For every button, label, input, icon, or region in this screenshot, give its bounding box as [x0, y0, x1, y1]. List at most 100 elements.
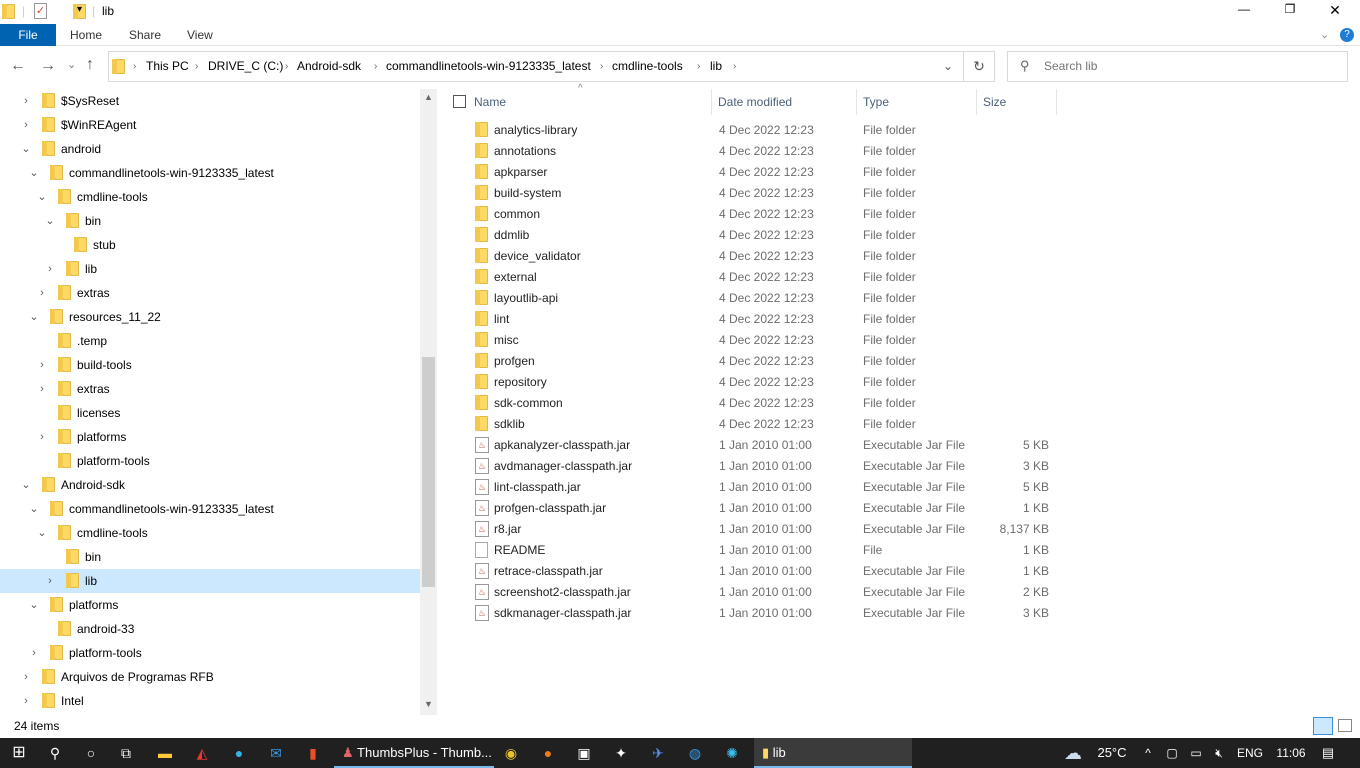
office-icon[interactable]: ▮: [302, 738, 324, 768]
file-row[interactable]: external 4 Dec 2022 12:23 File folder: [440, 267, 1060, 288]
chevron-right-icon[interactable]: ›: [20, 113, 32, 137]
tree-item[interactable]: › platforms: [0, 425, 420, 449]
tab-file[interactable]: File: [0, 24, 56, 46]
file-row[interactable]: device_validator 4 Dec 2022 12:23 File f…: [440, 246, 1060, 267]
file-row[interactable]: profgen 4 Dec 2022 12:23 File folder: [440, 351, 1060, 372]
search-box[interactable]: ⚲: [1007, 51, 1348, 82]
chevron-down-icon[interactable]: ⌄: [28, 497, 40, 521]
breadcrumb-this-pc[interactable]: This PC: [146, 52, 189, 81]
search-input[interactable]: [1044, 57, 1334, 75]
language-indicator[interactable]: ENG: [1236, 738, 1264, 768]
help-icon[interactable]: ?: [1340, 28, 1354, 42]
tree-item[interactable]: › lib: [0, 569, 420, 593]
file-row[interactable]: ♨ r8.jar 1 Jan 2010 01:00 Executable Jar…: [440, 519, 1060, 540]
breadcrumb-commandlinetools[interactable]: commandlinetools-win-9123335_latest: [386, 52, 591, 81]
select-all-checkbox[interactable]: [453, 95, 466, 108]
tab-home[interactable]: Home: [70, 24, 102, 46]
tree-item[interactable]: › platform-tools: [0, 641, 420, 665]
tree-item[interactable]: › $WinREAgent: [0, 113, 420, 137]
minimize-button[interactable]: —: [1232, 2, 1256, 16]
breadcrumb-lib[interactable]: lib: [710, 52, 722, 81]
tree-item[interactable]: › extras: [0, 377, 420, 401]
column-header-date[interactable]: Date modified: [712, 89, 857, 115]
chevron-right-icon[interactable]: ›: [36, 353, 48, 377]
navigation-scrollbar[interactable]: ▲ ▼: [420, 89, 437, 715]
acrobat-icon[interactable]: ◭: [191, 738, 213, 768]
tree-item[interactable]: bin: [0, 545, 420, 569]
customize-toolbar-icon[interactable]: ▾: [77, 4, 82, 15]
file-row[interactable]: README 1 Jan 2010 01:00 File 1 KB: [440, 540, 1060, 561]
chevron-right-icon[interactable]: ›: [44, 257, 56, 281]
store-icon[interactable]: ▣: [573, 738, 595, 768]
tree-item[interactable]: licenses: [0, 401, 420, 425]
chevron-down-icon[interactable]: ⌄: [28, 161, 40, 185]
weather-icon[interactable]: ☁: [1058, 738, 1088, 768]
file-explorer-icon[interactable]: ▬: [154, 738, 176, 768]
chevron-right-icon[interactable]: ›: [36, 377, 48, 401]
mail-icon[interactable]: ✉: [265, 738, 287, 768]
chevron-down-icon[interactable]: ⌄: [20, 137, 32, 161]
up-button[interactable]: ↑: [86, 56, 94, 74]
breadcrumb-android-sdk[interactable]: Android-sdk: [297, 52, 361, 81]
large-icons-view-button[interactable]: [1338, 719, 1352, 732]
scrollbar-thumb[interactable]: [422, 357, 435, 587]
tray-overflow-icon[interactable]: ^: [1140, 738, 1156, 768]
tree-item[interactable]: ⌄ commandlinetools-win-9123335_latest: [0, 497, 420, 521]
cortana-icon[interactable]: ○: [80, 738, 102, 768]
tree-item[interactable]: ⌄ platforms: [0, 593, 420, 617]
taskbar-app-explorer[interactable]: ▮ lib: [754, 738, 912, 768]
tree-item[interactable]: ⌄ android: [0, 137, 420, 161]
chevron-right-icon[interactable]: ›: [28, 641, 40, 665]
tab-view[interactable]: View: [187, 24, 213, 46]
back-button[interactable]: ←: [10, 57, 26, 75]
tree-item[interactable]: ⌄ cmdline-tools: [0, 185, 420, 209]
scroll-up-arrow[interactable]: ▲: [424, 92, 433, 102]
refresh-button[interactable]: ↻: [964, 51, 995, 82]
tree-item[interactable]: › Intel: [0, 689, 420, 713]
chevron-down-icon[interactable]: ⌄: [36, 521, 48, 545]
details-view-button[interactable]: [1313, 717, 1333, 735]
file-row[interactable]: sdklib 4 Dec 2022 12:23 File folder: [440, 414, 1060, 435]
camera-icon[interactable]: ▢: [1164, 738, 1180, 768]
file-row[interactable]: lint 4 Dec 2022 12:23 File folder: [440, 309, 1060, 330]
tree-item[interactable]: › build-tools: [0, 353, 420, 377]
file-row[interactable]: ♨ avdmanager-classpath.jar 1 Jan 2010 01…: [440, 456, 1060, 477]
edge-icon[interactable]: ●: [228, 738, 250, 768]
weather-temp[interactable]: 25°C: [1092, 738, 1132, 768]
chevron-right-icon[interactable]: ›: [20, 665, 32, 689]
chevron-right-icon[interactable]: ›: [20, 689, 32, 713]
app-icon[interactable]: ✦: [610, 738, 632, 768]
tree-item[interactable]: stub: [0, 233, 420, 257]
forward-button[interactable]: →: [40, 57, 56, 75]
address-dropdown-button[interactable]: ⌄: [943, 52, 953, 81]
notifications-icon[interactable]: ▤: [1318, 738, 1338, 768]
chevron-right-icon[interactable]: ›: [36, 281, 48, 305]
tree-item[interactable]: › lib: [0, 257, 420, 281]
file-row[interactable]: ♨ lint-classpath.jar 1 Jan 2010 01:00 Ex…: [440, 477, 1060, 498]
chevron-down-icon[interactable]: ⌄: [36, 185, 48, 209]
volume-muted-icon[interactable]: 🔇︎: [1210, 738, 1228, 768]
taskbar-app-thumbsplus[interactable]: ♟ ThumbsPlus - Thumb...: [334, 738, 494, 768]
network-icon[interactable]: ▭: [1187, 738, 1205, 768]
maximize-button[interactable]: ❐: [1278, 2, 1302, 16]
file-row[interactable]: ♨ sdkmanager-classpath.jar 1 Jan 2010 01…: [440, 603, 1060, 624]
firefox-icon[interactable]: ●: [537, 738, 559, 768]
tree-item[interactable]: ⌄ resources_11_22: [0, 305, 420, 329]
column-header-size[interactable]: Size: [977, 89, 1057, 115]
recent-locations-button[interactable]: ⌄: [67, 58, 76, 71]
file-row[interactable]: apkparser 4 Dec 2022 12:23 File folder: [440, 162, 1060, 183]
file-row[interactable]: repository 4 Dec 2022 12:23 File folder: [440, 372, 1060, 393]
breadcrumb-cmdline-tools[interactable]: cmdline-tools: [612, 52, 683, 81]
chevron-down-icon[interactable]: ⌄: [44, 209, 56, 233]
file-row[interactable]: layoutlib-api 4 Dec 2022 12:23 File fold…: [440, 288, 1060, 309]
breadcrumb-drive[interactable]: DRIVE_C (C:): [208, 52, 283, 81]
column-header-name[interactable]: Name: [468, 89, 712, 115]
address-bar[interactable]: › This PC › DRIVE_C (C:) › Android-sdk ›…: [108, 51, 964, 82]
file-row[interactable]: ♨ profgen-classpath.jar 1 Jan 2010 01:00…: [440, 498, 1060, 519]
file-row[interactable]: ♨ screenshot2-classpath.jar 1 Jan 2010 0…: [440, 582, 1060, 603]
chevron-right-icon[interactable]: ›: [36, 425, 48, 449]
tree-item[interactable]: ⌄ commandlinetools-win-9123335_latest: [0, 161, 420, 185]
tree-item[interactable]: ⌄ Android-sdk: [0, 473, 420, 497]
chevron-down-icon[interactable]: ⌄: [28, 593, 40, 617]
tree-item[interactable]: › Arquivos de Programas RFB: [0, 665, 420, 689]
